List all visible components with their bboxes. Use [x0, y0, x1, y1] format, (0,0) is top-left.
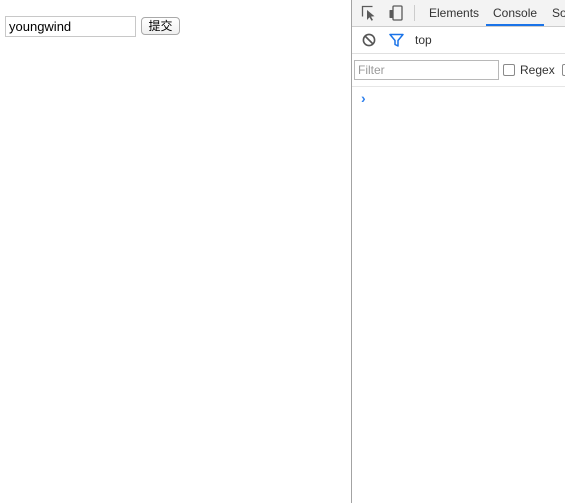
page-viewport: 提交	[0, 0, 351, 503]
console-prompt-icon[interactable]: ›	[361, 90, 366, 106]
context-selector[interactable]: top	[415, 27, 432, 54]
console-toolbar: top	[352, 27, 565, 54]
devtools-toolbar: Elements Console So	[352, 0, 565, 27]
inspect-element-icon[interactable]	[361, 5, 377, 21]
device-toggle-icon[interactable]	[388, 5, 404, 21]
filter-bar: Regex	[352, 54, 565, 87]
filter-input[interactable]	[354, 60, 499, 80]
tab-console[interactable]: Console	[486, 0, 545, 26]
clear-console-icon[interactable]	[362, 33, 378, 49]
filter-icon[interactable]	[389, 33, 405, 49]
regex-checkbox[interactable]	[503, 64, 515, 76]
text-input[interactable]	[5, 16, 136, 37]
toolbar-divider	[414, 5, 415, 21]
regex-label: Regex	[520, 63, 555, 77]
tab-elements[interactable]: Elements	[429, 0, 479, 26]
submit-button[interactable]: 提交	[141, 17, 180, 35]
devtools-panel: Elements Console So top Regex ›	[351, 0, 565, 503]
tab-sources[interactable]: So	[552, 0, 565, 26]
